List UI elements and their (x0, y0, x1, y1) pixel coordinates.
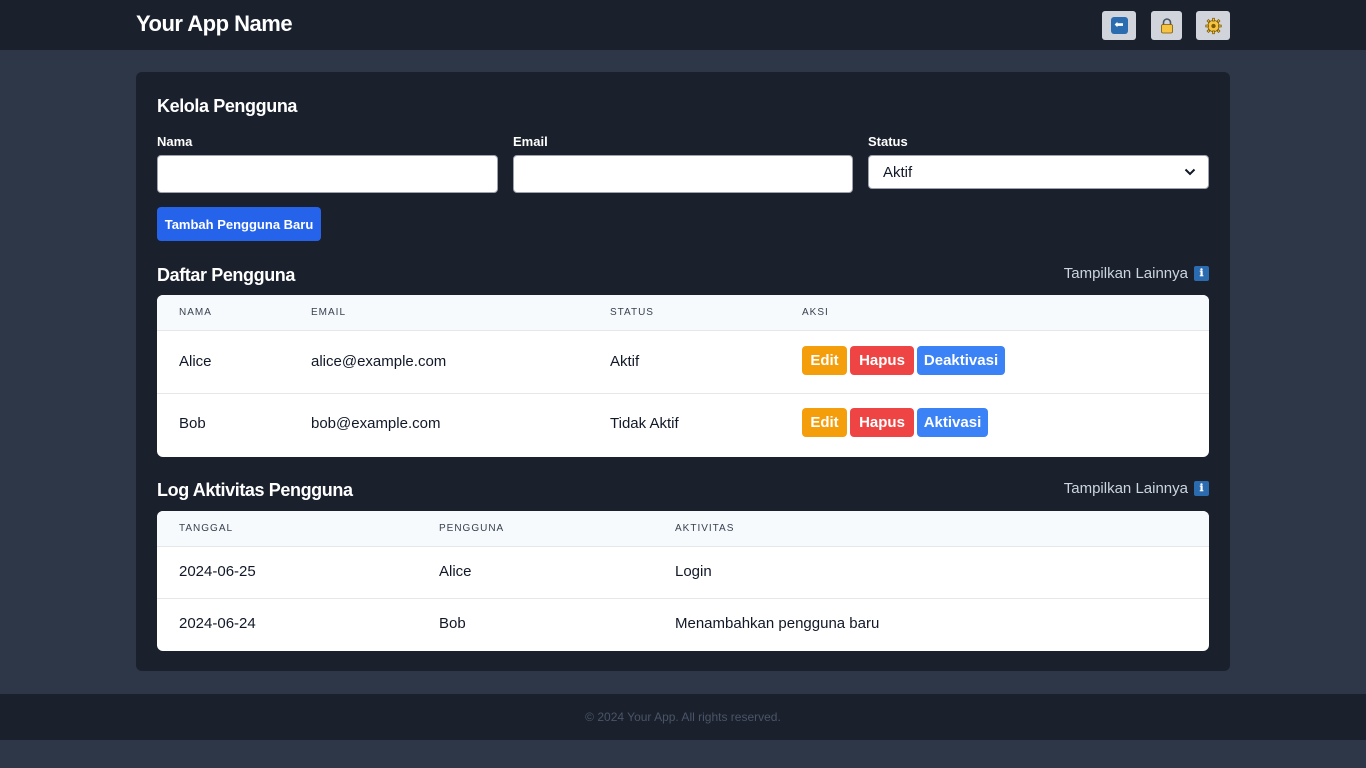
user-status: Aktif (610, 353, 640, 370)
table-row: Alice alice@example.com Aktif Edit Hapus… (157, 331, 1209, 394)
info-icon: ℹ (1194, 481, 1209, 496)
log-show-more-label: Tampilkan Lainnya (1063, 480, 1188, 497)
log-show-more-link[interactable]: Tampilkan Lainnya ℹ (1064, 480, 1209, 497)
users-show-more-label: Tampilkan Lainnya (1063, 265, 1188, 282)
info-icon: ℹ (1194, 266, 1209, 281)
users-show-more-link[interactable]: Tampilkan Lainnya ℹ (1064, 265, 1209, 282)
column-header-status: STATUS (610, 307, 654, 318)
log-user: Bob (439, 615, 466, 632)
settings-button[interactable] (1196, 11, 1230, 40)
column-header-activity: AKTIVITAS (675, 523, 735, 534)
log-date: 2024-06-25 (179, 563, 256, 580)
users-table-header: NAMA EMAIL STATUS AKSI (157, 295, 1209, 331)
delete-button[interactable]: Hapus (850, 408, 914, 437)
status-select[interactable]: Aktif (868, 155, 1209, 189)
log-section-title: Log Aktivitas Pengguna (157, 480, 353, 500)
log-table-header: TANGGAL PENGGUNA AKTIVITAS (157, 511, 1209, 547)
add-user-button[interactable]: Tambah Pengguna Baru (157, 207, 321, 241)
column-header-date: TANGGAL (179, 523, 234, 534)
log-date: 2024-06-24 (179, 615, 256, 632)
activate-button[interactable]: Aktivasi (917, 408, 988, 437)
log-user: Alice (439, 563, 472, 580)
page-footer: © 2024 Your App. All rights reserved. (0, 694, 1366, 740)
copyright-text: © 2024 Your App. All rights reserved. (585, 710, 781, 724)
log-activity: Menambahkan pengguna baru (675, 615, 880, 632)
email-label: Email (513, 134, 548, 149)
table-row: 2024-06-25 Alice Login (157, 547, 1209, 599)
status-label: Status (868, 134, 908, 149)
chevron-down-icon (1184, 168, 1196, 176)
table-row: Bob bob@example.com Tidak Aktif Edit Hap… (157, 394, 1209, 456)
activity-log-table: TANGGAL PENGGUNA AKTIVITAS 2024-06-25 Al… (157, 511, 1209, 651)
top-navbar: Your App Name ⬅ (0, 0, 1366, 50)
user-name: Bob (179, 415, 206, 432)
column-header-email: EMAIL (311, 307, 347, 318)
user-email: bob@example.com (311, 415, 441, 432)
edit-button[interactable]: Edit (802, 408, 847, 437)
back-arrow-icon: ⬅ (1110, 17, 1128, 34)
name-label: Nama (157, 134, 193, 149)
delete-button[interactable]: Hapus (850, 346, 914, 375)
lock-icon (1158, 17, 1175, 34)
back-button[interactable]: ⬅ (1102, 11, 1136, 40)
gear-icon (1204, 17, 1222, 34)
lock-button[interactable] (1151, 11, 1182, 40)
log-activity: Login (675, 563, 712, 580)
column-header-actions: AKSI (802, 307, 829, 318)
user-email: alice@example.com (311, 353, 447, 370)
column-header-name: NAMA (179, 307, 212, 318)
app-brand[interactable]: Your App Name (136, 11, 293, 37)
form-title: Kelola Pengguna (157, 96, 298, 116)
deactivate-button[interactable]: Deaktivasi (917, 346, 1005, 375)
table-row: 2024-06-24 Bob Menambahkan pengguna baru (157, 599, 1209, 651)
column-header-user: PENGGUNA (439, 523, 505, 534)
name-input[interactable] (157, 155, 498, 193)
user-status: Tidak Aktif (610, 415, 679, 432)
users-table: NAMA EMAIL STATUS AKSI Alice alice@examp… (157, 295, 1209, 457)
status-select-value: Aktif (883, 163, 913, 181)
email-input[interactable] (513, 155, 853, 193)
edit-button[interactable]: Edit (802, 346, 847, 375)
users-section-title: Daftar Pengguna (157, 265, 296, 285)
user-name: Alice (179, 353, 212, 370)
